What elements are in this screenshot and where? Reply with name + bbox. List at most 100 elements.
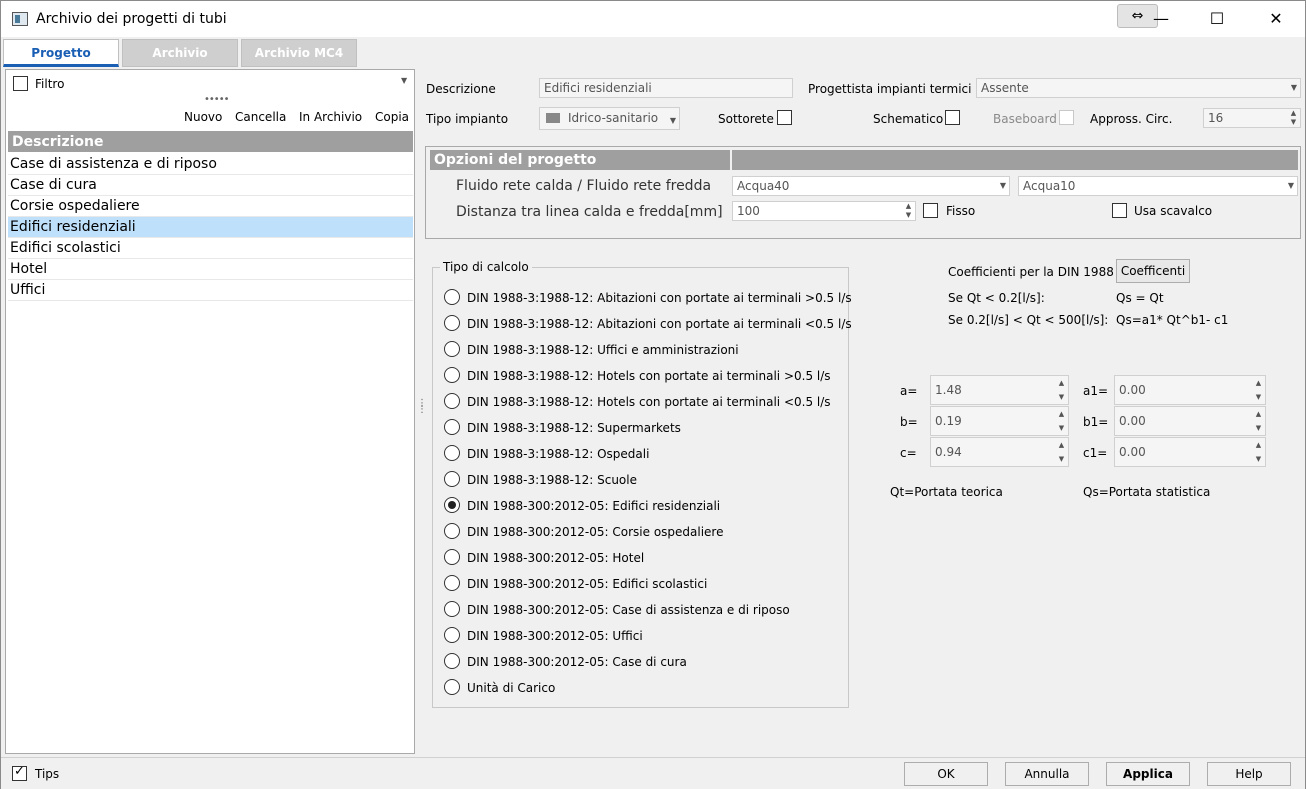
new-button[interactable]: Nuovo [184,110,222,124]
calc-type-option-label[interactable]: DIN 1988-300:2012-05: Edifici scolastici [467,577,707,591]
calc-type-radio[interactable] [444,549,460,565]
appross-spinner[interactable]: 16 ▲ ▼ [1203,108,1301,128]
a-spinner[interactable]: 1.48 ▲ ▼ [930,375,1069,405]
project-list-item[interactable]: Case di assistenza e di riposo [8,154,413,175]
vertical-splitter-icon[interactable]: ⋮ ⋮ [417,399,427,427]
descrizione-field[interactable]: Edifici residenziali [539,78,793,98]
spinner-arrows-icon[interactable]: ▲ ▼ [1253,376,1264,404]
baseboard-checkbox[interactable] [1059,110,1074,125]
filter-checkbox[interactable] [13,76,28,91]
cancel-button[interactable]: Annulla [1005,762,1089,786]
tipo-impianto-select[interactable]: Idrico-sanitario ▼ [539,107,680,130]
calc-type-radio[interactable] [444,679,460,695]
calc-type-radio[interactable] [444,315,460,331]
spinner-arrows-icon[interactable]: ▲ ▼ [1056,376,1067,404]
calc-type-option-label[interactable]: DIN 1988-3:1988-12: Supermarkets [467,421,681,435]
project-list-item[interactable]: Uffici [8,280,413,301]
help-button[interactable]: Help [1207,762,1291,786]
calc-type-radio[interactable] [444,419,460,435]
calc-type-option-label[interactable]: DIN 1988-3:1988-12: Abitazioni con porta… [467,317,852,331]
calc-type-radio[interactable] [444,627,460,643]
tab-archivio[interactable]: Archivio [122,39,238,67]
c-value: 0.94 [935,445,962,459]
fluido-freddo-select[interactable]: Acqua10 ▼ [1018,176,1298,196]
fisso-label: Fisso [946,204,976,218]
copy-button[interactable]: Copia [375,110,409,124]
calc-type-radio[interactable] [444,393,460,409]
tab-archivio-mc4[interactable]: Archivio MC4 [241,39,357,67]
calc-type-radio[interactable] [444,601,460,617]
project-list-item[interactable]: Corsie ospedaliere [8,196,413,217]
maximize-icon[interactable]: ☐ [1205,7,1229,31]
calc-type-option-label[interactable]: DIN 1988-3:1988-12: Uffici e amministraz… [467,343,739,357]
spinner-arrows-icon[interactable]: ▲ ▼ [1253,407,1264,435]
calc-type-option-label[interactable]: DIN 1988-300:2012-05: Uffici [467,629,643,643]
calc-type-option-label[interactable]: DIN 1988-300:2012-05: Corsie ospedaliere [467,525,724,539]
spinner-arrows-icon[interactable]: ▲ ▼ [1056,407,1067,435]
schematico-checkbox[interactable] [945,110,960,125]
spinner-arrows-icon[interactable]: ▲ ▼ [1253,438,1264,466]
calc-type-radio[interactable] [444,575,460,591]
spinner-arrows-icon[interactable]: ▲ ▼ [1288,109,1299,127]
calc-type-radio[interactable] [444,445,460,461]
calc-type-option-label[interactable]: DIN 1988-3:1988-12: Ospedali [467,447,649,461]
apply-button[interactable]: Applica [1106,762,1190,786]
spinner-arrows-icon[interactable]: ▲ ▼ [1056,438,1067,466]
distanza-spinner[interactable]: 100 ▲ ▼ [732,201,916,221]
calc-type-radio[interactable] [444,497,460,513]
calc-type-option-label[interactable]: DIN 1988-3:1988-12: Hotels con portate a… [467,395,831,409]
window-title: Archivio dei progetti di tubi [36,11,227,27]
schematico-label: Schematico [873,112,944,126]
ok-button[interactable]: OK [904,762,988,786]
spinner-arrows-icon[interactable]: ▲ ▼ [903,202,914,220]
calc-type-option-label[interactable]: DIN 1988-3:1988-12: Abitazioni con porta… [467,291,852,305]
calc-type-option-label[interactable]: Unità di Carico [467,681,555,695]
calc-type-option-label[interactable]: DIN 1988-3:1988-12: Scuole [467,473,637,487]
tips-label: Tips [35,767,60,781]
tips-checkbox[interactable] [12,764,27,781]
a1-spinner[interactable]: 0.00 ▲ ▼ [1114,375,1266,405]
b-value: 0.19 [935,414,962,428]
c-spinner[interactable]: 0.94 ▲ ▼ [930,437,1069,467]
calc-type-option-label[interactable]: DIN 1988-300:2012-05: Case di cura [467,655,687,669]
tab-progetto[interactable]: Progetto [3,39,119,67]
project-list-item[interactable]: Edifici scolastici [8,238,413,259]
calc-type-radio[interactable] [444,289,460,305]
sottorete-checkbox[interactable] [777,110,792,125]
chevron-down-icon: ▼ [1290,83,1297,92]
progettista-label: Progettista impianti termici [808,82,972,96]
distanza-label: Distanza tra linea calda e fredda[mm] [456,204,723,220]
b1-value: 0.00 [1119,414,1146,428]
calc-type-radio[interactable] [444,367,460,383]
delete-button[interactable]: Cancella [235,110,286,124]
c-label: c= [900,446,917,460]
coefficients-button[interactable]: Coefficenti [1116,259,1190,283]
b-spinner[interactable]: 0.19 ▲ ▼ [930,406,1069,436]
c1-spinner[interactable]: 0.00 ▲ ▼ [1114,437,1266,467]
calc-type-radio[interactable] [444,471,460,487]
minimize-icon[interactable]: — [1149,7,1173,31]
fluido-caldo-select[interactable]: Acqua40 ▼ [732,176,1010,196]
list-column-header[interactable]: Descrizione [8,131,413,152]
fisso-checkbox[interactable] [923,203,938,218]
calc-type-option-label[interactable]: DIN 1988-3:1988-12: Hotels con portate a… [467,369,831,383]
calc-type-radio[interactable] [444,341,460,357]
calc-type-option-label[interactable]: DIN 1988-300:2012-05: Edifici residenzia… [467,499,720,513]
calc-type-option-label[interactable]: DIN 1988-300:2012-05: Case di assistenza… [467,603,790,617]
splitter-grip-icon[interactable]: ••••• [204,94,229,105]
filter-dropdown-icon[interactable]: ▼ [401,76,407,85]
calc-type-option-label[interactable]: DIN 1988-300:2012-05: Hotel [467,551,644,565]
chevron-down-icon: ▼ [1287,181,1294,190]
project-list-item[interactable]: Case di cura [8,175,413,196]
calc-type-radio[interactable] [444,653,460,669]
progettista-select[interactable]: Assente ▼ [976,78,1301,98]
calc-type-radio[interactable] [444,523,460,539]
main-window: Archivio dei progetti di tubi ⇔ — ☐ ✕ Pr… [0,0,1306,789]
usa-scavalco-checkbox[interactable] [1112,203,1127,218]
project-list-item[interactable]: Hotel [8,259,413,280]
archive-button[interactable]: In Archivio [299,110,362,124]
project-list-item[interactable]: Edifici residenziali [8,217,413,238]
b1-spinner[interactable]: 0.00 ▲ ▼ [1114,406,1266,436]
close-icon[interactable]: ✕ [1264,7,1288,31]
coeff-title: Coefficienti per la DIN 1988 [948,265,1114,279]
